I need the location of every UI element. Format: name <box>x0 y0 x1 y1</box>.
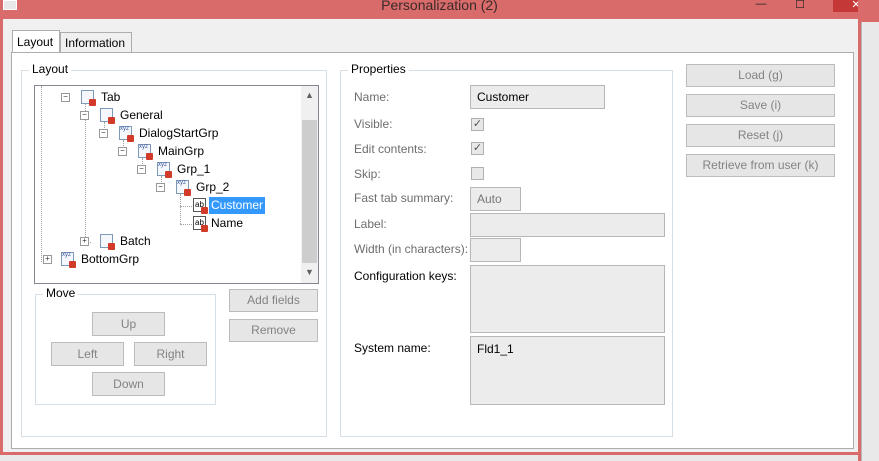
tree-line <box>180 194 181 224</box>
window-title: Personalization (2) <box>381 0 498 13</box>
properties-group-legend: Properties <box>348 62 409 76</box>
expand-icon[interactable]: + <box>80 237 89 246</box>
group-icon: xyz <box>176 180 191 196</box>
reset-button[interactable]: Reset (j) <box>686 124 835 147</box>
collapse-icon[interactable]: − <box>61 93 70 102</box>
edit-contents-label: Edit contents: <box>354 142 427 156</box>
tree-line <box>180 206 192 207</box>
name-label: Name: <box>354 90 390 104</box>
system-name-field[interactable]: Fld1_1 <box>470 336 665 405</box>
label-label: Label: <box>354 217 387 231</box>
expand-icon[interactable]: + <box>43 255 52 264</box>
window-frame-left <box>0 19 3 452</box>
width-field[interactable] <box>470 238 521 262</box>
fast-tab-summary-label: Fast tab summary: <box>354 191 454 205</box>
field-icon: ab <box>193 198 208 214</box>
tab-control-icon <box>81 90 96 106</box>
collapse-icon[interactable]: − <box>99 129 108 138</box>
tree-line <box>180 224 192 225</box>
title-bar: Personalization (2) — ☐ ✕ <box>0 0 879 19</box>
configuration-keys-label: Configuration keys: <box>354 269 457 283</box>
save-button[interactable]: Save (i) <box>686 94 835 117</box>
remove-button[interactable]: Remove <box>229 319 318 342</box>
scroll-down-icon[interactable]: ▼ <box>301 267 318 277</box>
load-button[interactable]: Load (g) <box>686 64 835 87</box>
minimize-button[interactable]: — <box>751 0 771 10</box>
layout-tree[interactable]: − Tab − General − xyz DialogStartGrp − x… <box>34 85 319 284</box>
collapse-icon[interactable]: − <box>80 111 89 120</box>
system-name-label: System name: <box>354 341 431 355</box>
field-icon: ab <box>193 216 208 232</box>
group-icon: xyz <box>119 126 134 142</box>
move-group-legend: Move <box>43 286 79 300</box>
tree-line <box>41 86 42 262</box>
configuration-keys-field[interactable] <box>470 265 665 333</box>
move-left-button[interactable]: Left <box>51 342 124 366</box>
visible-label: Visible: <box>354 117 393 131</box>
tree-line <box>85 104 86 243</box>
window-frame-bottom <box>0 452 858 461</box>
tab-page-icon <box>100 234 115 250</box>
tab-page-icon <box>100 108 115 124</box>
label-field[interactable] <box>470 213 665 237</box>
move-down-button[interactable]: Down <box>92 372 165 396</box>
name-field[interactable]: Customer <box>470 85 605 109</box>
move-right-button[interactable]: Right <box>134 342 207 366</box>
visible-checkbox[interactable]: ✓ <box>471 118 484 131</box>
group-icon: xyz <box>61 252 76 268</box>
tree-scrollbar[interactable]: ▲ ▼ <box>301 86 318 283</box>
layout-group-legend: Layout <box>29 62 72 76</box>
width-label: Width (in characters): <box>354 242 469 256</box>
collapse-icon[interactable]: − <box>137 165 146 174</box>
skip-checkbox[interactable] <box>471 167 484 180</box>
maximize-button[interactable]: ☐ <box>790 0 810 11</box>
retrieve-from-user-button[interactable]: Retrieve from user (k) <box>686 154 835 177</box>
collapse-icon[interactable]: − <box>156 183 165 192</box>
tab-information[interactable]: Information <box>60 32 132 52</box>
add-fields-button[interactable]: Add fields <box>229 289 318 312</box>
group-icon: xyz <box>157 162 172 178</box>
tab-layout[interactable]: Layout <box>12 30 60 52</box>
group-icon: xyz <box>138 144 153 160</box>
background-window-edge <box>858 0 879 461</box>
scroll-up-icon[interactable]: ▲ <box>301 90 318 100</box>
scrollbar-thumb[interactable] <box>302 120 317 263</box>
skip-label: Skip: <box>354 167 381 181</box>
edit-contents-checkbox[interactable]: ✓ <box>471 142 484 155</box>
move-up-button[interactable]: Up <box>92 312 165 336</box>
fast-tab-summary-field[interactable]: Auto <box>470 187 521 211</box>
collapse-icon[interactable]: − <box>118 147 127 156</box>
